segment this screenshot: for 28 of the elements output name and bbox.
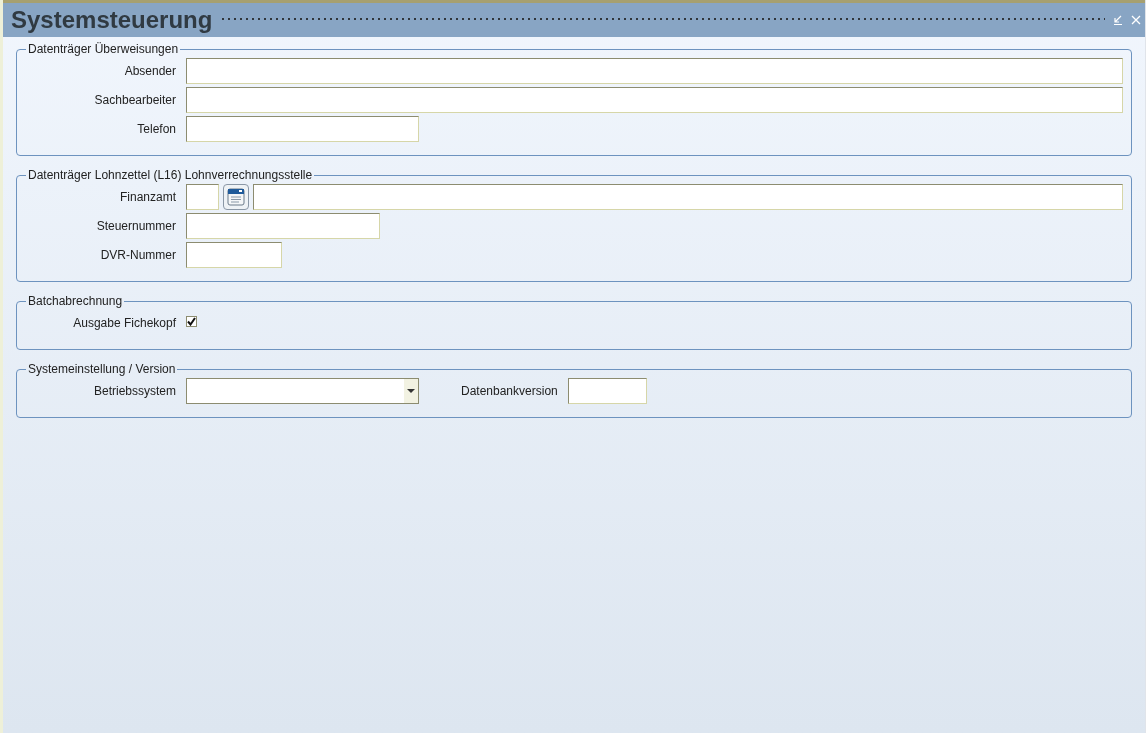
input-field[interactable]	[253, 184, 1123, 210]
field-label: Absender	[123, 63, 177, 80]
calendar-list-icon[interactable]	[223, 184, 249, 210]
input-field[interactable]	[186, 213, 380, 239]
field-label: Betriebssystem	[92, 383, 177, 400]
dropdown-caret-icon	[407, 389, 415, 393]
group-title: Batchabrechnung	[27, 293, 124, 310]
window-title: Systemsteuerung	[11, 8, 213, 32]
field-label: Finanzamt	[118, 189, 177, 206]
field-label: Steuernummer	[95, 218, 177, 235]
dropdown-field[interactable]	[186, 378, 419, 404]
field-label: DVR-Nummer	[99, 247, 177, 264]
field-label: Ausgabe Fichekopf	[72, 315, 177, 332]
code-input-field[interactable]	[186, 184, 219, 210]
group-title: Datenträger Lohnzettel (L16) Lohnverrechnungsstelle	[27, 167, 314, 184]
input-field[interactable]	[186, 242, 282, 268]
input-field[interactable]	[186, 116, 419, 142]
minimize-icon[interactable]	[1113, 15, 1123, 25]
input-field[interactable]	[186, 87, 1123, 113]
close-icon[interactable]	[1131, 15, 1141, 25]
input-field[interactable]	[567, 378, 647, 404]
field-label: Datenbankversion	[461, 383, 559, 400]
checkbox[interactable]	[186, 315, 197, 327]
group-title: Systemeinstellung / Version	[27, 361, 177, 378]
field-label: Telefon	[136, 121, 177, 138]
field-label: Sachbearbeiter	[93, 92, 177, 109]
group-title: Datenträger Überweisungen	[27, 41, 180, 58]
input-field[interactable]	[186, 58, 1123, 84]
